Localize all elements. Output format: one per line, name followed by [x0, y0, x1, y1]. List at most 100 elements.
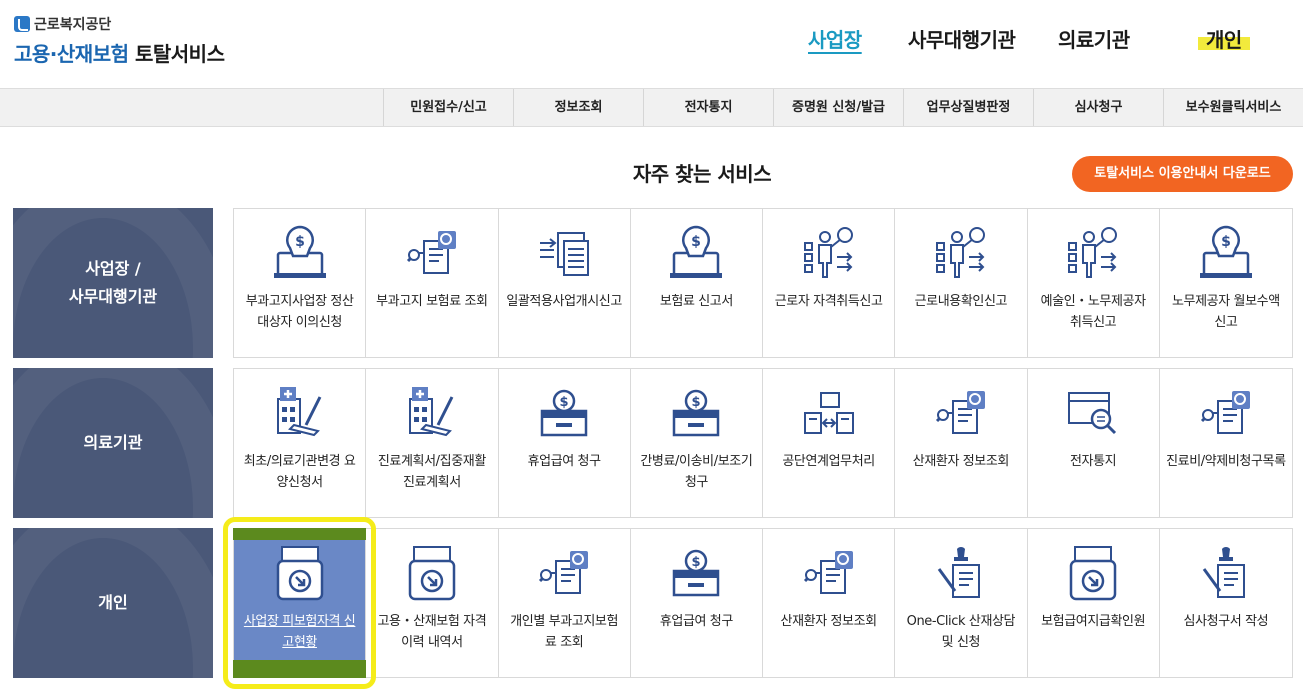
service-tile[interactable]: $ 간병료/이송비/보조기 청구 [630, 369, 763, 517]
service-tile[interactable]: 개인별 부과고지보험료 조회 [498, 529, 631, 677]
topnav-agency[interactable]: 사무대행기관 [908, 24, 1016, 53]
document-exchange-icon [801, 383, 857, 445]
service-tile-label: 휴업급여 청구 [659, 614, 733, 629]
service-tile[interactable]: 최초/의료기관변경 요양신청서 [234, 369, 367, 517]
service-tile[interactable]: 전자통지 [1027, 369, 1160, 517]
service-tile-label: 진료비/약제비청구목록 [1166, 454, 1286, 469]
service-tile-label: 사업장 피보험자격 신고현황 [243, 614, 356, 650]
top-nav: 사업장 사무대행기관 의료기관 개인 [0, 24, 1303, 60]
presenter-chart-icon [933, 223, 989, 285]
service-tile[interactable]: $ 노무제공자 월보수액 신고 [1159, 209, 1292, 357]
service-tile-label: 산재환자 정보조회 [912, 454, 1010, 469]
service-tile-label: 근로자 자격취득신고 [774, 294, 883, 309]
category-label: 사무대행기관 [68, 287, 158, 306]
service-tile[interactable]: $ 휴업급여 청구 [498, 369, 631, 517]
printer-download-icon [272, 543, 328, 605]
service-tile[interactable]: $ 부과고지사업장 정산대상자 이의신청 [234, 209, 367, 357]
service-tile-label: 전자통지 [1070, 454, 1117, 469]
service-tile[interactable]: 심사청구서 작성 [1159, 529, 1292, 677]
svg-text:$: $ [692, 395, 701, 410]
header: 근로복지공단 고용·산재보험 토탈서비스 사업장 사무대행기관 의료기관 개인 [0, 0, 1303, 88]
documents-list-icon [536, 223, 592, 285]
printer-download-icon [1065, 543, 1121, 605]
service-tile[interactable]: $ 휴업급여 청구 [630, 529, 763, 677]
service-tile[interactable]: 산재환자 정보조회 [763, 529, 896, 677]
hospital-sign-icon [272, 383, 328, 445]
document-search-icon [1198, 383, 1254, 445]
service-tile-label: 일괄적용사업개시신고 [506, 294, 622, 309]
service-tile[interactable]: 부과고지 보험료 조회 [366, 209, 499, 357]
svg-text:$: $ [692, 555, 701, 570]
service-tile-label: 공단연계업무처리 [782, 454, 875, 469]
service-tile-label: 간병료/이송비/보조기 청구 [640, 454, 753, 490]
document-search-icon [404, 223, 460, 285]
service-tile-label: 부과고지사업장 정산대상자 이의신청 [245, 294, 354, 330]
service-tile[interactable]: One-Click 산재상담 및 신청 [895, 529, 1028, 677]
download-guide-button[interactable]: 토탈서비스 이용안내서 다운로드 [1072, 156, 1293, 192]
service-tile-label: 최초/의료기관변경 요양신청서 [243, 454, 356, 490]
service-row: 사업장 피보험자격 신고현황 고용・산재보험 자격 이력 내역서 개인별 부과고지보… [233, 528, 1293, 678]
presenter-chart-icon [801, 223, 857, 285]
service-tile[interactable]: 공단연계업무처리 [763, 369, 896, 517]
service-tile[interactable]: $ 보험료 신고서 [630, 209, 763, 357]
service-tile[interactable]: 고용・산재보험 자격 이력 내역서 [366, 529, 499, 677]
service-tile[interactable]: 진료계획서/집중재활진료계획서 [366, 369, 499, 517]
stamp-pen-icon [1198, 543, 1254, 605]
monitor-dollar-icon: $ [668, 223, 724, 285]
section-title: 자주 찾는 서비스 [632, 162, 772, 186]
service-tile[interactable]: 근로자 자격취득신고 [763, 209, 896, 357]
stamp-pen-icon [933, 543, 989, 605]
service-tile-label: One-Click 산재상담 및 신청 [906, 614, 1016, 650]
subnav-item[interactable]: 전자통지 [643, 89, 773, 126]
category-individual: 개인 [13, 528, 213, 678]
hospital-sign-icon [404, 383, 460, 445]
box-magnifier-icon [1065, 383, 1121, 445]
category-medical: 의료기관 [13, 368, 213, 518]
cash-box-icon: $ [536, 383, 592, 445]
printer-download-icon [404, 543, 460, 605]
subnav-item[interactable]: 증명원 신청/발급 [773, 89, 903, 126]
sub-nav: 민원접수/신고 정보조회 전자통지 증명원 신청/발급 업무상질병판정 심사청구… [0, 88, 1303, 127]
service-tile[interactable]: 보험급여지급확인원 [1027, 529, 1160, 677]
subnav-item[interactable]: 민원접수/신고 [383, 89, 513, 126]
topnav-medical[interactable]: 의료기관 [1058, 24, 1130, 53]
category-label: 사업장 / [85, 259, 141, 278]
service-tile[interactable]: 근로내용확인신고 [895, 209, 1028, 357]
service-tile-label: 보험료 신고서 [659, 294, 733, 309]
service-tile-label: 예술인・노무제공자 취득신고 [1040, 294, 1146, 330]
cash-box-icon: $ [668, 383, 724, 445]
service-tile-label: 심사청구서 작성 [1183, 614, 1269, 629]
service-tile-label: 보험급여지급확인원 [1041, 614, 1146, 629]
service-tile[interactable]: 일괄적용사업개시신고 [498, 209, 631, 357]
document-search-icon [801, 543, 857, 605]
monitor-dollar-icon: $ [272, 223, 328, 285]
service-tile[interactable]: 진료비/약제비청구목록 [1159, 369, 1292, 517]
subnav-item[interactable]: 정보조회 [513, 89, 643, 126]
topnav-individual[interactable]: 개인 [1198, 24, 1250, 53]
service-tile-label: 노무제공자 월보수액 신고 [1171, 294, 1280, 330]
service-tile-label: 개인별 부과고지보험료 조회 [510, 614, 619, 650]
category-label: 의료기관 [83, 433, 143, 452]
service-tile[interactable]: 산재환자 정보조회 [895, 369, 1028, 517]
document-search-icon [536, 543, 592, 605]
presenter-chart-icon [1065, 223, 1121, 285]
service-tile-label: 진료계획서/집중재활진료계획서 [377, 454, 486, 490]
subnav-item[interactable]: 심사청구 [1033, 89, 1163, 126]
subnav-item[interactable]: 업무상질병판정 [903, 89, 1033, 126]
document-search-icon [933, 383, 989, 445]
service-tile[interactable]: 사업장 피보험자격 신고현황 [234, 529, 367, 677]
category-label: 개인 [98, 593, 128, 612]
service-row: $ 부과고지사업장 정산대상자 이의신청 부과고지 보험료 조회 일괄적용사업개시신고… [233, 208, 1293, 358]
service-tile[interactable]: 예술인・노무제공자 취득신고 [1027, 209, 1160, 357]
service-tile-label: 휴업급여 청구 [527, 454, 601, 469]
svg-text:$: $ [295, 234, 305, 250]
service-row: 최초/의료기관변경 요양신청서 진료계획서/집중재활진료계획서 $ 휴업급여 청구 $ 간… [233, 368, 1293, 518]
svg-text:$: $ [1221, 234, 1231, 250]
service-tile-label: 근로내용확인신고 [914, 294, 1008, 309]
service-tile-label: 부과고지 보험료 조회 [376, 294, 488, 309]
cash-box-icon: $ [668, 543, 724, 605]
topnav-workplace[interactable]: 사업장 [808, 24, 862, 53]
category-workplace: 사업장 / 사무대행기관 [13, 208, 213, 358]
subnav-item[interactable]: 보수원클릭서비스 [1163, 89, 1303, 126]
service-tile-label: 산재환자 정보조회 [780, 614, 878, 629]
